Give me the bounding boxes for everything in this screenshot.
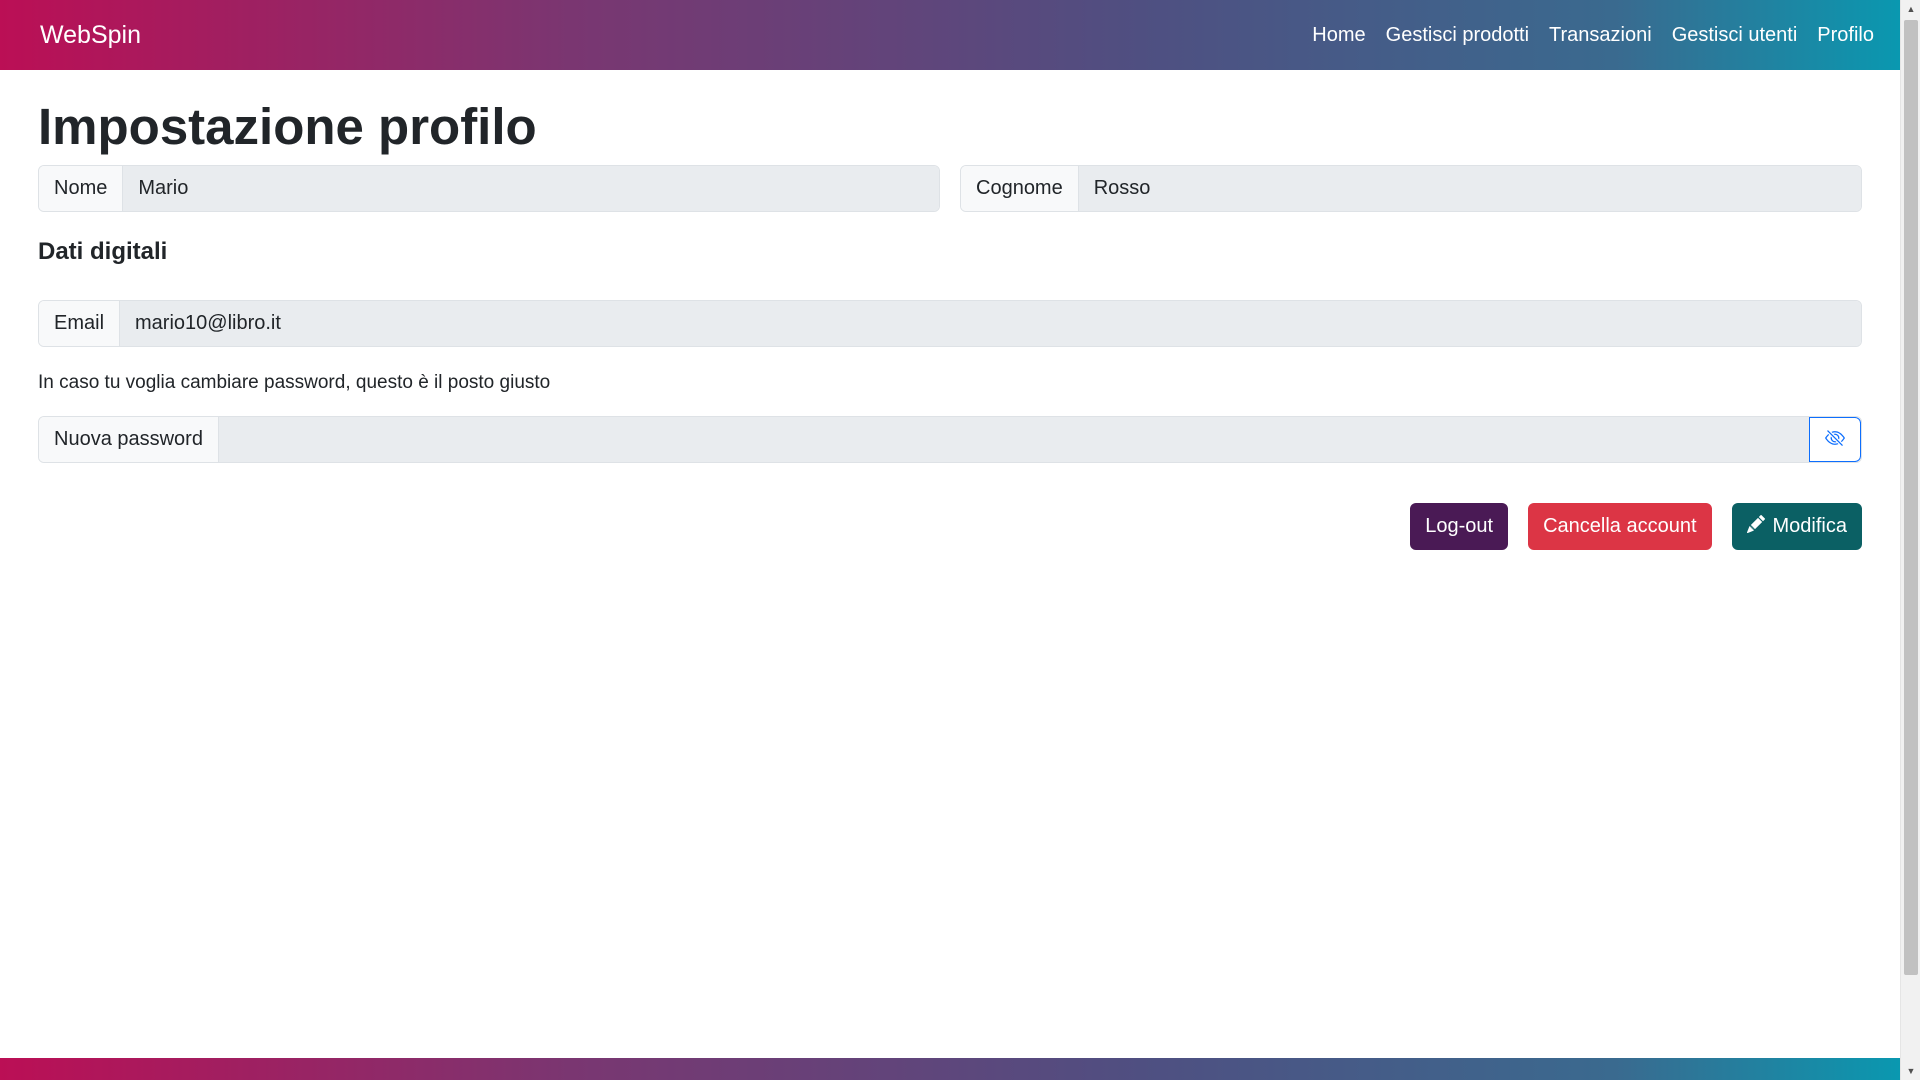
- first-name-label: Nome: [39, 166, 124, 211]
- page-title: Impostazione profilo: [38, 98, 537, 155]
- brand-link[interactable]: WebSpin: [40, 21, 141, 50]
- pencil-icon: [1746, 514, 1765, 539]
- nav-link-manage-products[interactable]: Gestisci prodotti: [1386, 24, 1529, 47]
- new-password-label: Nuova password: [39, 417, 219, 462]
- name-row: Nome Cognome: [38, 165, 1862, 212]
- last-name-group: Cognome: [960, 165, 1862, 212]
- scrollbar-thumb[interactable]: [1904, 20, 1918, 975]
- main-content: Impostazione profilo Nome Cognome Dati d…: [38, 70, 1862, 550]
- first-name-group: Nome: [38, 165, 940, 212]
- nav-link-transactions[interactable]: Transazioni: [1549, 24, 1652, 47]
- delete-account-button[interactable]: Cancella account: [1528, 503, 1712, 550]
- nav-link-profile[interactable]: Profilo: [1817, 24, 1874, 47]
- vertical-scrollbar[interactable]: ▲ ▼: [1900, 0, 1920, 1080]
- nav-link-home[interactable]: Home: [1312, 24, 1365, 47]
- email-group: Email: [38, 300, 1862, 347]
- edit-button[interactable]: Modifica: [1731, 503, 1862, 550]
- action-buttons: Log-out Cancella account Modifica: [38, 503, 1862, 550]
- edit-button-label: Modifica: [1772, 515, 1847, 537]
- top-navbar: WebSpin Home Gestisci prodotti Transazio…: [0, 0, 1900, 70]
- new-password-group: Nuova password: [38, 416, 1862, 463]
- logout-button[interactable]: Log-out: [1410, 503, 1509, 550]
- eye-slash-icon: [1825, 428, 1845, 451]
- new-password-input[interactable]: [218, 417, 1809, 462]
- footer-gradient-bar: [0, 1058, 1900, 1080]
- email-input[interactable]: [120, 301, 1861, 346]
- email-label: Email: [39, 301, 121, 346]
- toggle-password-visibility-button[interactable]: [1809, 417, 1861, 462]
- password-hint: In caso tu voglia cambiare password, que…: [38, 372, 551, 393]
- scroll-up-arrow-icon[interactable]: ▲: [1901, 0, 1920, 18]
- digital-data-heading: Dati digitali: [38, 238, 168, 265]
- last-name-label: Cognome: [961, 166, 1079, 211]
- first-name-input[interactable]: [123, 166, 939, 211]
- nav-link-manage-users[interactable]: Gestisci utenti: [1672, 24, 1798, 47]
- last-name-input[interactable]: [1078, 166, 1861, 211]
- nav-links: Home Gestisci prodotti Transazioni Gesti…: [1312, 24, 1874, 47]
- scroll-down-arrow-icon[interactable]: ▼: [1901, 1062, 1920, 1080]
